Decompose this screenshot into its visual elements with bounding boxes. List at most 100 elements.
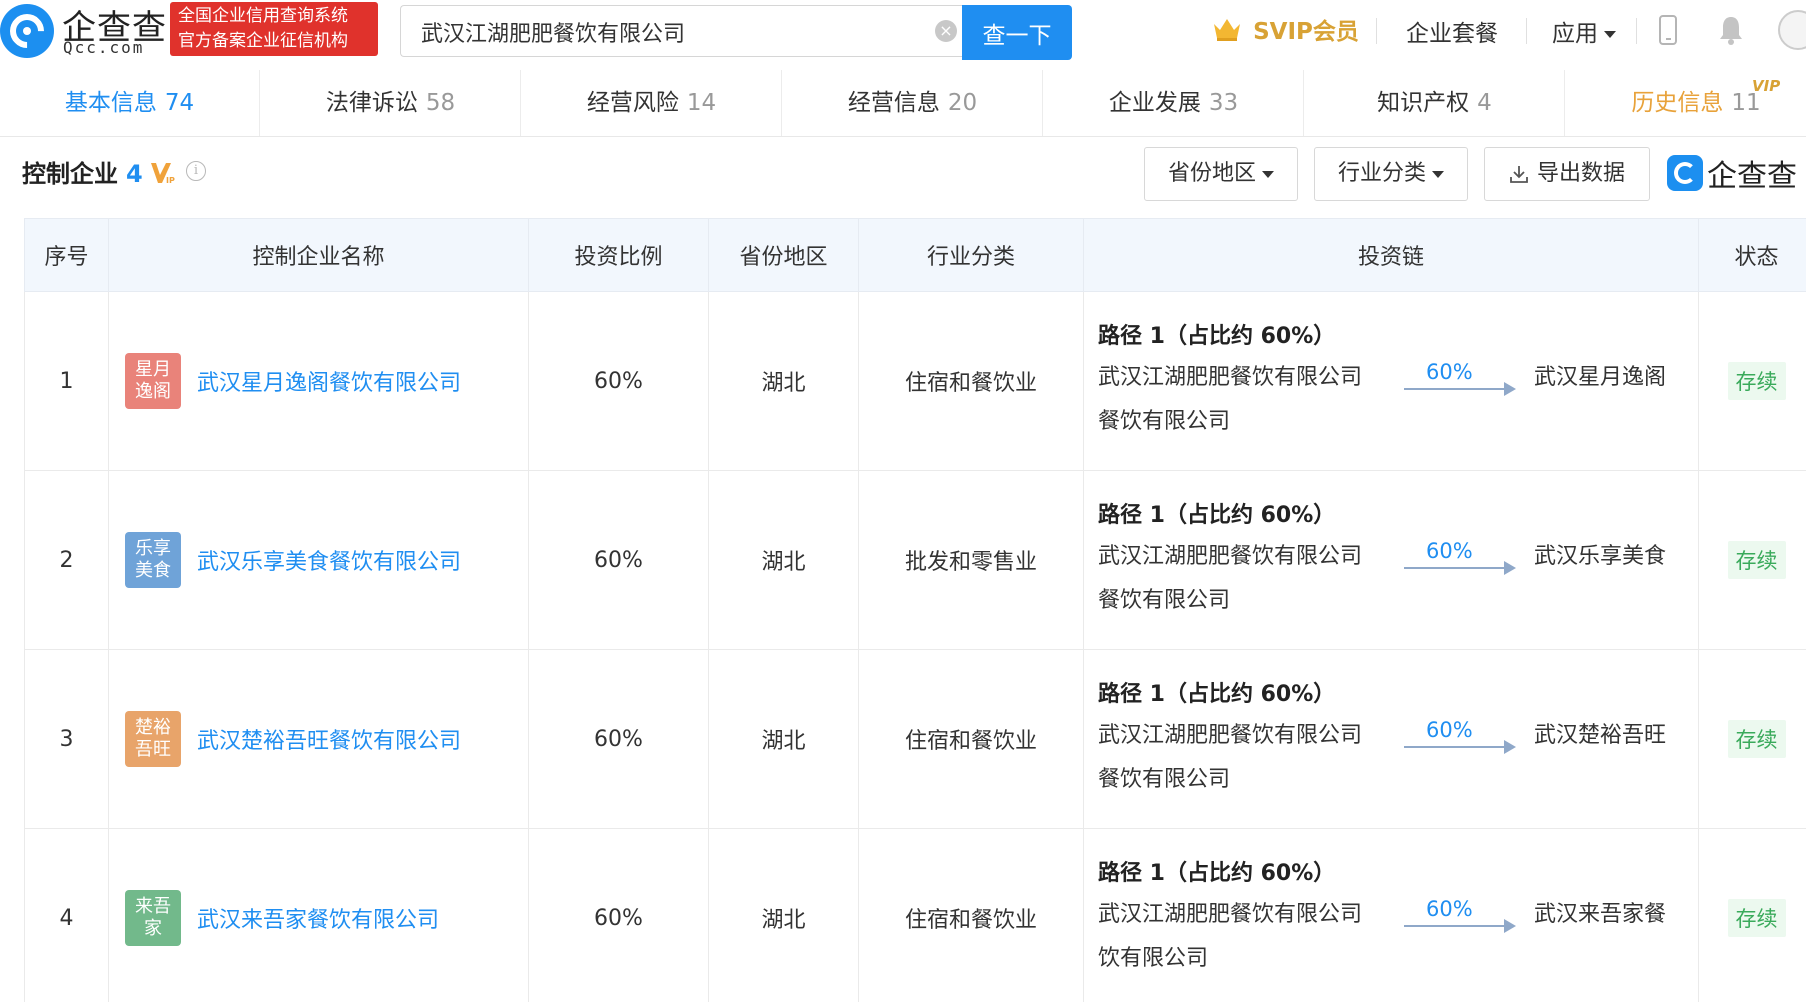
region: 湖北 [708,649,859,829]
svg-text:IP: IP [166,176,175,185]
chain-percent: 60% [1426,897,1473,921]
status-badge: 存续 [1727,541,1786,579]
arrow-right-icon: 60% [1404,360,1516,396]
tab-label: 基本信息 [64,90,157,116]
search-button[interactable]: 查一下 [962,5,1072,60]
company-logo: 星月 逸阁 [125,353,181,409]
logo-text: 楚裕 [135,717,171,738]
tab-business-info[interactable]: 经营信息 20 [783,70,1043,136]
download-icon [1510,166,1528,183]
section-title: 控制企业 4 [22,154,143,189]
tab-label: 企业发展 [1108,90,1201,116]
company-name-cell: 来吾家武汉来吾家餐饮有限公司 [108,828,529,1002]
tab-legal-cases[interactable]: 法律诉讼 58 [261,70,521,136]
chain-source-link[interactable]: 武汉江湖肥肥餐饮有限公司 [1098,354,1362,402]
investment-chain: 路径 1（占比约 60%） 武汉江湖肥肥餐饮有限公司 60% 武汉星月逸阁 餐饮… [1083,291,1699,471]
qcc-logo-icon [1667,155,1703,191]
logo-text: 美食 [135,560,171,581]
tab-label: 经营信息 [847,90,940,116]
chain-target-continued[interactable]: 饮有限公司 [1098,939,1684,979]
company-name-cell: 星月 逸阁 武汉星月逸阁餐饮有限公司 [108,291,529,471]
top-bar: 企查查 Qcc.com 全国企业信用查询系统 官方备案企业征信机构 × 查一下 … [0,0,1806,71]
chain-target-link[interactable]: 武汉楚裕吾旺 [1534,712,1666,760]
row-index: 1 [24,291,109,471]
logo-text: 逸阁 [135,381,171,402]
tab-label: 知识产权 [1377,90,1470,116]
chain-target-continued[interactable]: 餐饮有限公司 [1098,581,1684,621]
svip-label: SVIP会员 [1253,19,1359,45]
industry: 住宿和餐饮业 [858,828,1084,1002]
company-name-link[interactable]: 武汉星月逸阁餐饮有限公司 [197,365,461,397]
tab-intellectual-property[interactable]: 知识产权 4 [1305,70,1565,136]
chain-source-link[interactable]: 武汉江湖肥肥餐饮有限公司 [1098,891,1362,939]
avatar[interactable] [1778,10,1806,50]
chain-target-link[interactable]: 武汉乐享美食 [1534,533,1666,581]
tab-basic-info[interactable]: 基本信息 74 [0,70,260,136]
export-data-button[interactable]: 导出数据 [1484,147,1650,201]
investment-chain: 路径 1（占比约 60%） 武汉江湖肥肥餐饮有限公司 60% 武汉楚裕吾旺 餐饮… [1083,649,1699,829]
investment-chain: 路径 1（占比约 60%） 武汉江湖肥肥餐饮有限公司 60% 武汉乐享美食 餐饮… [1083,470,1699,650]
brand-text: 企查查 [1707,159,1797,194]
company-name-cell: 楚裕 吾旺 武汉楚裕吾旺餐饮有限公司 [108,649,529,829]
tab-development[interactable]: 企业发展 33 [1044,70,1304,136]
tab-count: 20 [947,90,978,116]
tab-count: 58 [425,90,456,116]
status-badge: 存续 [1727,899,1786,937]
phone-icon[interactable] [1659,15,1677,45]
company-logo: 来吾家 [125,890,181,946]
column-header: 投资链 [1083,218,1699,292]
clear-icon[interactable]: × [935,20,957,42]
svip-link[interactable]: SVIP会员 [1212,12,1359,48]
search-input[interactable] [419,6,913,58]
search-box: × [400,5,962,58]
company-logo: 楚裕 吾旺 [125,711,181,767]
filter-industry-dropdown[interactable]: 行业分类 [1314,147,1468,201]
investment-ratio: 60% [528,828,709,1002]
filter-region-label: 省份地区 [1167,161,1256,186]
certification-badge: 全国企业信用查询系统 官方备案企业征信机构 [170,2,378,56]
chain-percent: 60% [1426,718,1473,742]
info-icon[interactable]: i [186,161,206,181]
column-header: 投资比例 [528,218,709,292]
export-label: 导出数据 [1536,161,1625,186]
chain-target-continued[interactable]: 餐饮有限公司 [1098,402,1684,442]
tab-count: 74 [164,90,195,116]
company-name-cell: 乐享 美食 武汉乐享美食餐饮有限公司 [108,470,529,650]
company-name-link[interactable]: 武汉楚裕吾旺餐饮有限公司 [197,723,461,755]
tab-business-risk[interactable]: 经营风险 14 [522,70,782,136]
nav-divider [1526,18,1527,44]
cert-line-1: 全国企业信用查询系统 [178,6,348,26]
nav-apps[interactable]: 应用 [1552,14,1616,48]
company-name-link[interactable]: 武汉来吾家餐饮有限公司 [197,902,439,934]
chain-source-link[interactable]: 武汉江湖肥肥餐饮有限公司 [1098,533,1362,581]
row-index: 4 [24,828,109,1002]
logo-text: 星月 [135,359,171,380]
table-row: 2 乐享 美食 武汉乐享美食餐饮有限公司 60% 湖北 批发和零售业 路径 1（占比… [24,470,1806,650]
nav-apps-label: 应用 [1552,21,1598,47]
status-badge: 存续 [1727,720,1786,758]
region: 湖北 [708,828,859,1002]
table-row: 1 星月 逸阁 武汉星月逸阁餐饮有限公司 60% 湖北 住宿和餐饮业 路径 1（占比… [24,291,1806,471]
chain-source-link[interactable]: 武汉江湖肥肥餐饮有限公司 [1098,712,1362,760]
investment-chain: 路径 1（占比约 60%） 武汉江湖肥肥餐饮有限公司 60% 武汉来吾家餐 饮有… [1083,828,1699,1002]
vip-tab-badge: VIP [1752,77,1781,95]
controlled-companies-table: 序号 控制企业名称 投资比例 省份地区 行业分类 投资链 状态 1 星月 逸阁 武汉… [24,218,1806,1002]
company-name-link[interactable]: 武汉乐享美食餐饮有限公司 [197,544,461,576]
investment-ratio: 60% [528,291,709,471]
logo-text: 吾旺 [135,739,171,760]
nav-enterprise-package[interactable]: 企业套餐 [1406,14,1498,48]
chain-percent: 60% [1426,539,1473,563]
investment-ratio: 60% [528,470,709,650]
tab-count: 33 [1208,90,1239,116]
chain-target-link[interactable]: 武汉星月逸阁 [1534,354,1666,402]
status-cell: 存续 [1698,649,1806,829]
row-index: 2 [24,470,109,650]
bell-icon[interactable] [1718,14,1744,46]
chain-target-link[interactable]: 武汉来吾家餐 [1534,891,1666,939]
section-title-label: 控制企业 [22,160,118,188]
investment-ratio: 60% [528,649,709,829]
filter-region-dropdown[interactable]: 省份地区 [1144,147,1298,201]
qcc-logo-icon [0,4,54,58]
qcc-logo[interactable]: 企查查 Qcc.com [0,0,170,62]
chain-target-continued[interactable]: 餐饮有限公司 [1098,760,1684,800]
